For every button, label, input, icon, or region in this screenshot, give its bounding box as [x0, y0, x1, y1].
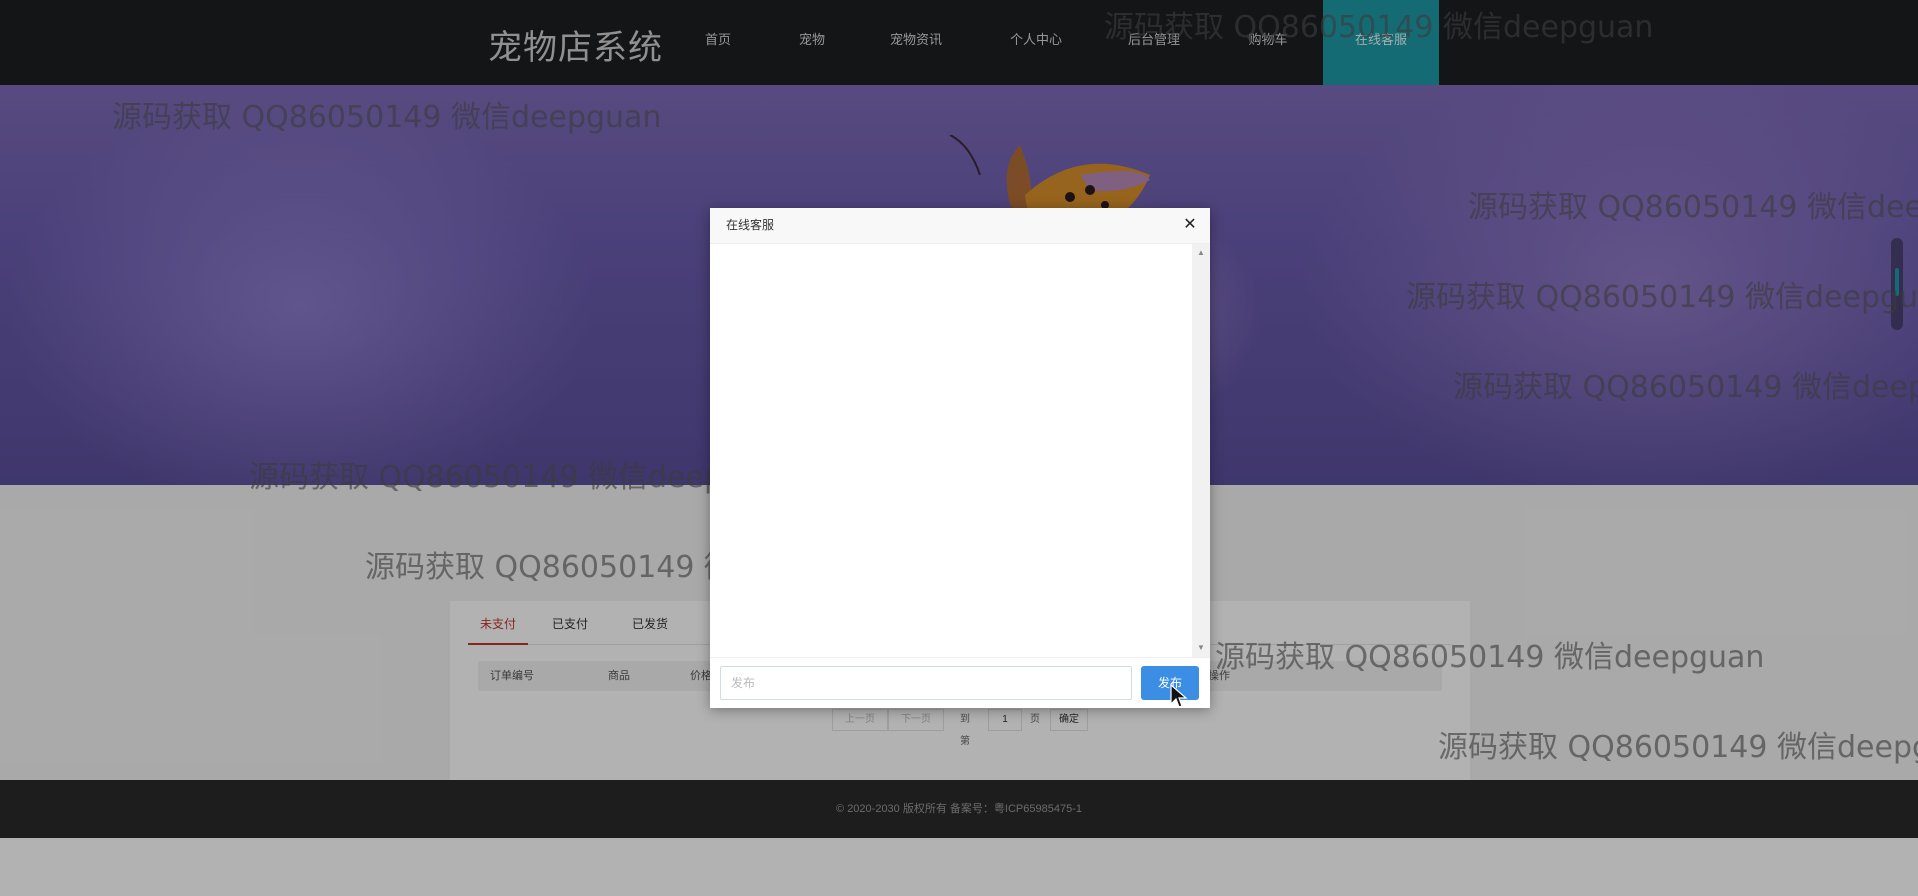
online-service-dialog: 在线客服 ✕ ▲ ▼ 发布	[710, 208, 1210, 708]
chat-input-row: 发布	[710, 657, 1210, 708]
chat-message-area[interactable]	[710, 244, 1210, 657]
dialog-title: 在线客服	[726, 218, 775, 232]
scroll-down-arrow-icon[interactable]: ▼	[1192, 641, 1210, 655]
close-icon[interactable]: ✕	[1182, 217, 1198, 233]
mouse-cursor-icon	[1170, 684, 1188, 708]
scroll-up-arrow-icon[interactable]: ▲	[1192, 246, 1210, 260]
message-input[interactable]	[720, 666, 1132, 700]
dialog-header: 在线客服 ✕	[710, 208, 1210, 244]
chat-scrollbar[interactable]: ▲ ▼	[1192, 244, 1210, 657]
